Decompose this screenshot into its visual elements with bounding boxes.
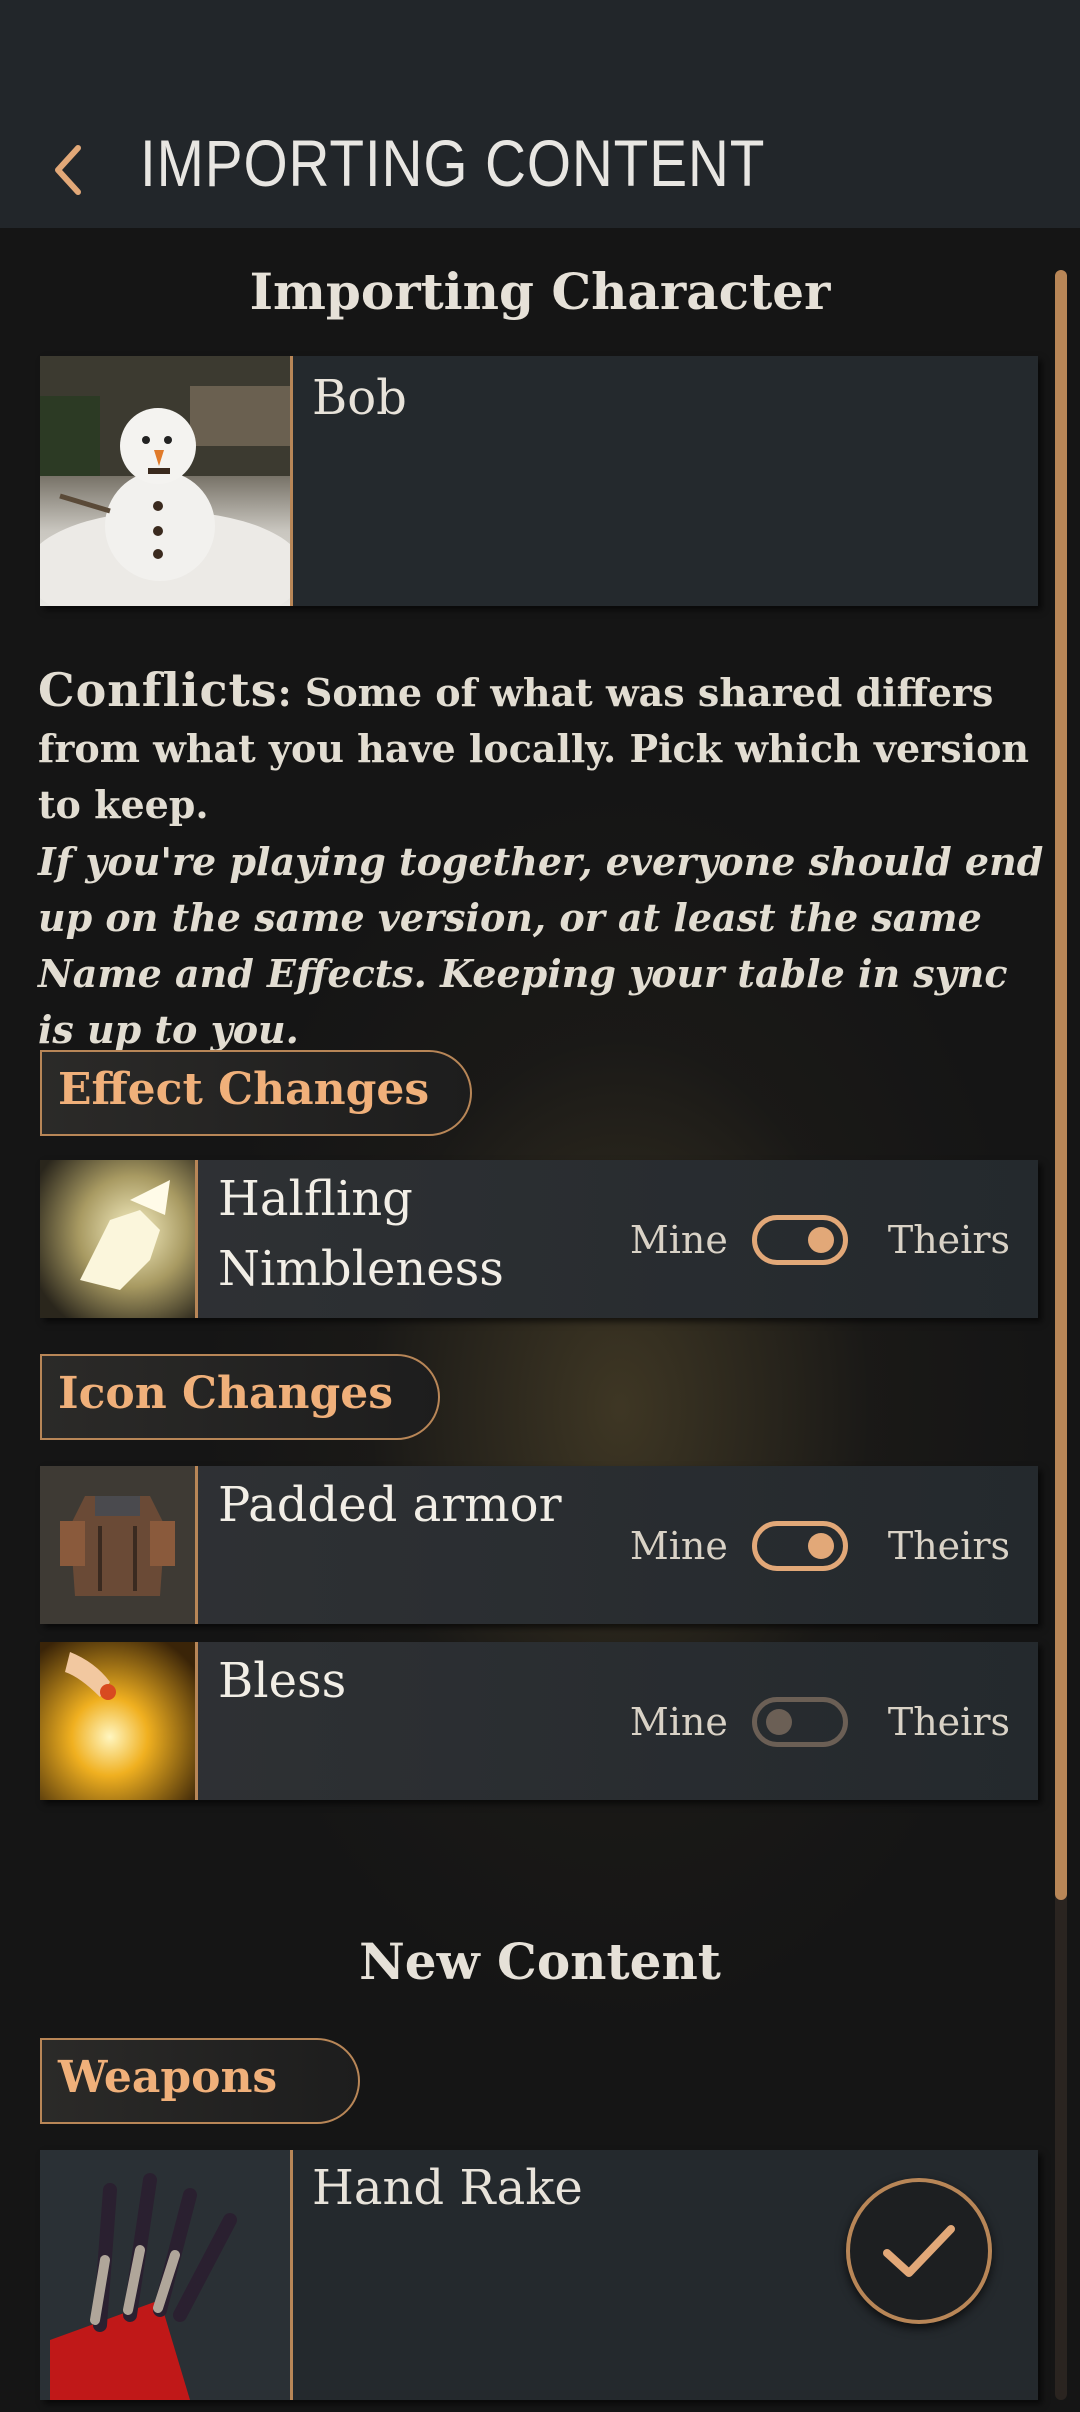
conflict-row-halfling-nimbleness: Halfling Nimbleness Mine Theirs — [40, 1160, 1038, 1318]
theirs-label: Theirs — [887, 1218, 1010, 1262]
sync-note: If you're playing together, everyone sho… — [38, 839, 1044, 1052]
conflict-row-padded-armor: Padded armor Mine Theirs — [40, 1466, 1038, 1624]
character-portrait — [40, 356, 293, 606]
hand-rake-icon — [40, 2150, 293, 2400]
weapon-name: Hand Rake — [312, 2160, 583, 2216]
effect-changes-label: Effect Changes — [58, 1064, 430, 1115]
icon-changes-header: Icon Changes — [40, 1354, 440, 1440]
version-toggle[interactable] — [751, 1697, 848, 1747]
version-toggle-group: Mine Theirs — [630, 1212, 1010, 1268]
character-card[interactable]: Bob — [40, 356, 1038, 606]
version-toggle[interactable] — [751, 1521, 848, 1571]
version-toggle-group: Mine Theirs — [630, 1694, 1010, 1750]
mine-label: Mine — [629, 1524, 728, 1568]
halfling-nimbleness-icon — [40, 1160, 198, 1318]
conflict-row-bless: Bless Mine Theirs — [40, 1642, 1038, 1800]
version-toggle[interactable] — [751, 1215, 848, 1265]
theirs-label: Theirs — [887, 1524, 1010, 1568]
effect-changes-header: Effect Changes — [40, 1050, 472, 1136]
page-title: IMPORTING CONTENT — [140, 126, 766, 200]
new-content-title: New Content — [359, 1932, 721, 1991]
conflicts-description: Conflicts: Some of what was shared diffe… — [38, 662, 1038, 833]
checkmark-icon — [883, 2225, 955, 2277]
importing-section-title: Importing Character — [249, 262, 831, 321]
padded-armor-icon — [40, 1466, 198, 1624]
app-header: IMPORTING CONTENT — [0, 0, 1080, 228]
theirs-label: Theirs — [887, 1700, 1010, 1744]
confirm-import-button[interactable] — [846, 2178, 992, 2324]
character-name: Bob — [312, 370, 407, 426]
toggle-knob — [765, 1709, 792, 1735]
bless-icon — [40, 1642, 198, 1800]
mine-label: Mine — [629, 1218, 728, 1262]
weapons-label: Weapons — [58, 2052, 278, 2103]
toggle-knob — [807, 1227, 834, 1253]
toggle-knob — [807, 1533, 834, 1559]
chevron-left-icon — [55, 145, 81, 195]
scrollbar-thumb[interactable] — [1055, 270, 1067, 1900]
conflict-item-name: Bless — [218, 1653, 347, 1709]
version-toggle-group: Mine Theirs — [630, 1518, 1010, 1574]
weapons-header: Weapons — [40, 2038, 360, 2124]
mine-label: Mine — [629, 1700, 728, 1744]
conflicts-heading: Conflicts — [38, 663, 278, 717]
conflict-item-name: Halfling Nimbleness — [218, 1171, 504, 1297]
icon-changes-label: Icon Changes — [58, 1368, 394, 1419]
back-button[interactable] — [38, 130, 98, 210]
conflict-item-name: Padded armor — [218, 1477, 562, 1533]
